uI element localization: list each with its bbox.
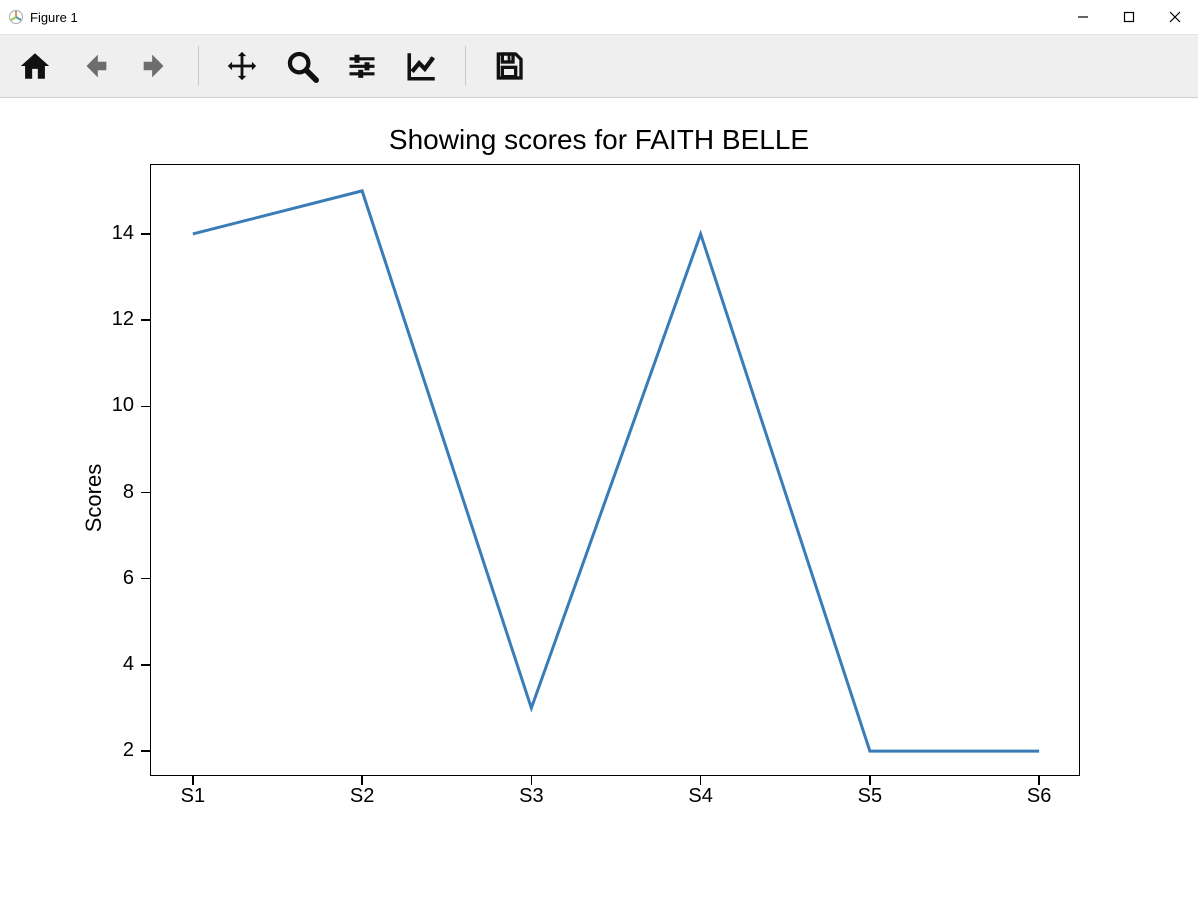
y-tick <box>141 406 151 408</box>
maximize-button[interactable] <box>1106 0 1152 34</box>
x-tick <box>869 775 871 785</box>
data-line <box>151 165 1081 777</box>
x-tick <box>361 775 363 785</box>
home-button[interactable] <box>16 47 54 85</box>
x-tick-label: S5 <box>840 785 900 808</box>
x-tick-label: S3 <box>501 785 561 808</box>
save-icon <box>493 50 525 82</box>
move-icon <box>225 49 259 83</box>
y-tick <box>141 750 151 752</box>
pan-button[interactable] <box>223 47 261 85</box>
arrow-left-icon <box>78 49 112 83</box>
app-icon <box>8 9 24 25</box>
titlebar: Figure 1 <box>0 0 1198 34</box>
chart-title: Showing scores for FAITH BELLE <box>0 124 1198 156</box>
y-tick <box>141 319 151 321</box>
separator <box>198 46 199 86</box>
x-tick-label: S2 <box>332 785 392 808</box>
zoom-button[interactable] <box>283 47 321 85</box>
window-title: Figure 1 <box>30 10 78 25</box>
y-tick <box>141 233 151 235</box>
y-tick-label: 8 <box>74 481 134 504</box>
configure-button[interactable] <box>343 47 381 85</box>
x-tick <box>1038 775 1040 785</box>
arrow-right-icon <box>138 49 172 83</box>
y-tick-label: 4 <box>74 653 134 676</box>
y-tick <box>141 492 151 494</box>
y-tick-label: 10 <box>74 394 134 417</box>
x-tick-label: S6 <box>1009 785 1069 808</box>
x-tick-label: S1 <box>163 785 223 808</box>
y-tick <box>141 578 151 580</box>
toolbar <box>0 34 1198 98</box>
close-button[interactable] <box>1152 0 1198 34</box>
x-tick-label: S4 <box>671 785 731 808</box>
y-tick-label: 6 <box>74 567 134 590</box>
x-tick <box>531 775 533 785</box>
home-icon <box>18 49 52 83</box>
x-tick <box>192 775 194 785</box>
y-tick-label: 12 <box>74 308 134 331</box>
plot-area: Showing scores for FAITH BELLE Scores 24… <box>0 98 1198 898</box>
sliders-icon <box>347 51 377 81</box>
chart-axes[interactable]: 2468101214S1S2S3S4S5S6 <box>150 164 1080 776</box>
axes-button[interactable] <box>403 47 441 85</box>
chart-line-icon <box>405 49 439 83</box>
search-icon <box>285 49 319 83</box>
back-button[interactable] <box>76 47 114 85</box>
x-tick <box>700 775 702 785</box>
minimize-button[interactable] <box>1060 0 1106 34</box>
y-tick-label: 14 <box>74 222 134 245</box>
y-tick-label: 2 <box>74 739 134 762</box>
separator <box>465 46 466 86</box>
y-tick <box>141 664 151 666</box>
save-button[interactable] <box>490 47 528 85</box>
forward-button[interactable] <box>136 47 174 85</box>
